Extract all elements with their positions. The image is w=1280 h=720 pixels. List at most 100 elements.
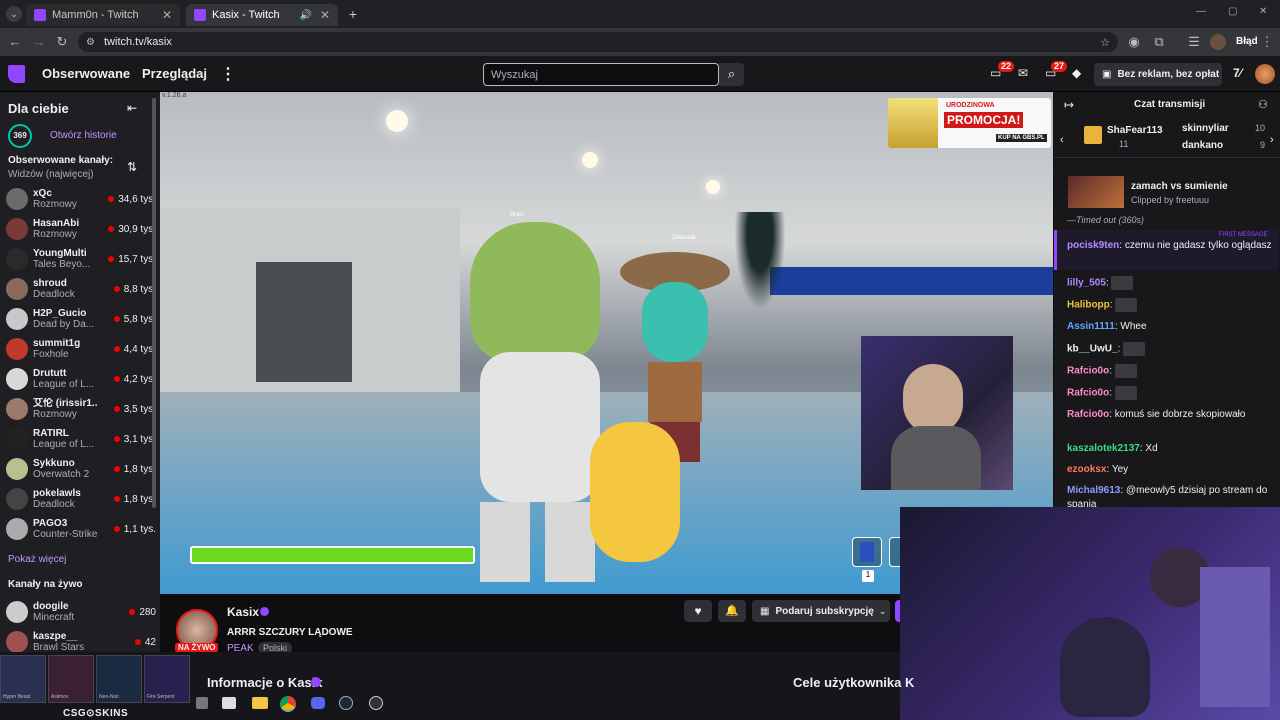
sidebar-channel-row[interactable]: summit1g Foxhole 4,4 tys. — [6, 334, 156, 364]
folder-icon[interactable] — [252, 697, 268, 709]
window-close-icon[interactable]: ✕ — [1259, 6, 1267, 17]
tab-list-button[interactable]: ⌄ — [6, 6, 22, 22]
viewer-count: 15,7 tys. — [118, 253, 156, 265]
chat-message: pocisk9ten: czemu nie gadasz tylko ogląd… — [1067, 239, 1277, 253]
back-icon[interactable]: ← — [6, 33, 24, 51]
address-bar[interactable]: ⚙ twitch.tv/kasix ☆ — [78, 32, 1118, 52]
sidebar-channel-row[interactable]: HasanAbi Rozmowy 30,9 tys. — [6, 214, 156, 244]
chat-emote-icon — [1114, 364, 1137, 378]
open-stories-link[interactable]: Otwórz historie — [50, 130, 117, 141]
chat-username[interactable]: Rafcio0o — [1067, 366, 1109, 377]
stream-title: ARRR SZCZURY LĄDOWE — [227, 627, 353, 638]
reading-list-icon[interactable]: ☰ — [1185, 33, 1203, 51]
steam-icon[interactable] — [339, 696, 353, 710]
show-more-link[interactable]: Pokaż więcej — [8, 554, 66, 565]
browser-menu-icon[interactable]: ⋮ — [1258, 33, 1276, 51]
sidebar-channel-row[interactable]: xQc Rozmowy 34,6 tys. — [6, 184, 156, 214]
sidebar-channel-row[interactable]: PAGO3 Counter-Strike 1,1 tys. — [6, 514, 156, 544]
bookmark-star-icon[interactable]: ☆ — [1100, 36, 1110, 49]
new-tab-button[interactable]: + — [344, 5, 362, 23]
sidebar-channel-row[interactable]: YoungMulti Tales Beyo... 15,7 tys. — [6, 244, 156, 274]
skin-ad-tile[interactable]: Asiimov — [48, 655, 94, 703]
taskmanager-icon[interactable] — [222, 697, 236, 709]
gifter-name: ShaFear113 — [1107, 125, 1163, 136]
skin-ad-tile[interactable]: Neo-Noir — [96, 655, 142, 703]
channel-name: YoungMulti — [33, 248, 87, 259]
live-dot-icon — [113, 376, 120, 382]
leaderboard-prev-icon[interactable]: ‹ — [1060, 134, 1064, 146]
browser-tab-mamm0n[interactable]: Mamm0n - Twitch ✕ — [26, 4, 180, 26]
chat-username[interactable]: pocisk9ten — [1067, 240, 1119, 251]
whispers-icon[interactable]: ✉ — [1018, 66, 1028, 80]
window-restore-icon[interactable]: ▢ — [1228, 6, 1237, 17]
close-tab-icon[interactable]: ✕ — [320, 8, 330, 22]
collapse-sidebar-icon[interactable]: ⇤ — [127, 101, 137, 115]
chat-username[interactable]: Michal9613 — [1067, 485, 1120, 496]
sidebar-channel-row[interactable]: Drututt League of L... 4,2 tys. — [6, 364, 156, 394]
chat-username[interactable]: ezooksx — [1067, 464, 1106, 475]
chat-username[interactable]: Halibopp — [1067, 300, 1110, 311]
live-badge: NA ŻYWO — [175, 643, 219, 652]
sidebar-scrollbar[interactable] — [152, 98, 156, 508]
live-dot-icon — [113, 286, 120, 292]
reload-icon[interactable]: ↻ — [53, 33, 71, 51]
profile-error-label[interactable]: Błąd — [1236, 36, 1258, 47]
site-info-icon[interactable]: ⚙ — [86, 37, 95, 48]
chrome-icon[interactable] — [280, 696, 296, 712]
chat-username[interactable]: kaszalotek2137 — [1067, 443, 1140, 454]
chat-username[interactable]: Rafcio0o — [1067, 388, 1109, 399]
sidebar-channel-row[interactable]: pokelawls Deadlock 1,8 tys. — [6, 484, 156, 514]
twitch-logo-icon[interactable] — [8, 65, 25, 83]
sort-icon[interactable]: ⇅ — [127, 160, 137, 174]
audio-playing-icon[interactable]: 🔊 — [299, 10, 311, 21]
chat-username[interactable]: kb__UwU_ — [1067, 344, 1118, 355]
chat-message: Rafcio0o: — [1067, 386, 1277, 401]
chat-username[interactable]: Assin1111 — [1067, 321, 1115, 332]
user-avatar[interactable] — [1255, 64, 1275, 84]
more-menu-icon[interactable]: ⋮ — [220, 64, 236, 84]
game-version-label: v.1.26.a — [162, 92, 187, 99]
bits-icon[interactable]: ◆ — [1072, 66, 1081, 80]
search-icon[interactable]: ⌕ — [719, 63, 744, 86]
stories-ring[interactable]: 369 — [8, 124, 32, 148]
channel-name: HasanAbi — [33, 218, 80, 229]
window-minimize-icon[interactable]: — — [1196, 6, 1206, 17]
sidebar-channel-row[interactable]: Sykkuno Overwatch 2 1,8 tys. — [6, 454, 156, 484]
live-dot-icon — [113, 526, 120, 532]
sidebar-channel-row[interactable]: shroud Deadlock 8,8 tys. — [6, 274, 156, 304]
browser-tab-kasix[interactable]: Kasix - Twitch 🔊 ✕ — [186, 4, 338, 26]
nav-following[interactable]: Obserwowane — [42, 66, 130, 81]
sidebar-channel-row[interactable]: RATIRL League of L... 3,1 tys. — [6, 424, 156, 454]
timeout-notice: —Timed out (360s) — [1067, 215, 1144, 225]
turbo-button[interactable]: ▣ Bez reklam, bez opłat — [1094, 63, 1222, 86]
forward-icon[interactable]: → — [30, 33, 48, 51]
clip-title[interactable]: zamach vs sumienie — [1131, 181, 1228, 192]
extension-icon[interactable]: ◉ — [1125, 33, 1143, 51]
chat-username[interactable]: lilly_505 — [1067, 278, 1106, 289]
close-tab-icon[interactable]: ✕ — [162, 8, 172, 22]
search-input[interactable]: Wyszukaj — [483, 63, 719, 86]
skin-ad-tile[interactable]: Fire Serpent — [144, 655, 190, 703]
sidebar-channel-row[interactable]: H2P_Gucio Dead by Da... 5,8 tys. — [6, 304, 156, 334]
sidebar-channel-row[interactable]: doogile Minecraft 280 — [6, 597, 156, 627]
clip-thumbnail[interactable] — [1068, 176, 1124, 208]
translate-icon[interactable]: 7⁄ — [1233, 66, 1242, 80]
sidebar-channel-row[interactable]: 艾伦 (irissir1... Rozmowy 3,5 tys. — [6, 394, 156, 424]
follow-heart-button[interactable]: ♥ — [684, 600, 712, 622]
chat-users-icon[interactable]: ⚇ — [1258, 98, 1268, 111]
nav-browse[interactable]: Przeglądaj — [142, 66, 207, 81]
notification-bell-button[interactable]: 🔔 — [718, 600, 746, 622]
extensions-puzzle-icon[interactable]: ⧉ — [1150, 33, 1168, 51]
twitch-favicon-icon — [34, 9, 46, 21]
gift-sub-button[interactable]: ▦ Podaruj subskrypcję ⌄ — [752, 600, 890, 622]
channel-name[interactable]: Kasix — [227, 605, 259, 619]
leaderboard-next-icon[interactable]: › — [1270, 134, 1274, 146]
chat-username[interactable]: Rafcio0o — [1067, 409, 1109, 420]
obs-icon[interactable] — [369, 696, 383, 710]
collapse-chat-icon[interactable]: ↦ — [1064, 98, 1074, 112]
profile-avatar[interactable] — [1210, 34, 1226, 50]
skin-ad-tile[interactable]: Hyper Beast — [0, 655, 46, 703]
explorer-icon[interactable] — [196, 697, 208, 709]
discord-icon[interactable] — [311, 697, 325, 709]
live-dot-icon — [113, 466, 120, 472]
